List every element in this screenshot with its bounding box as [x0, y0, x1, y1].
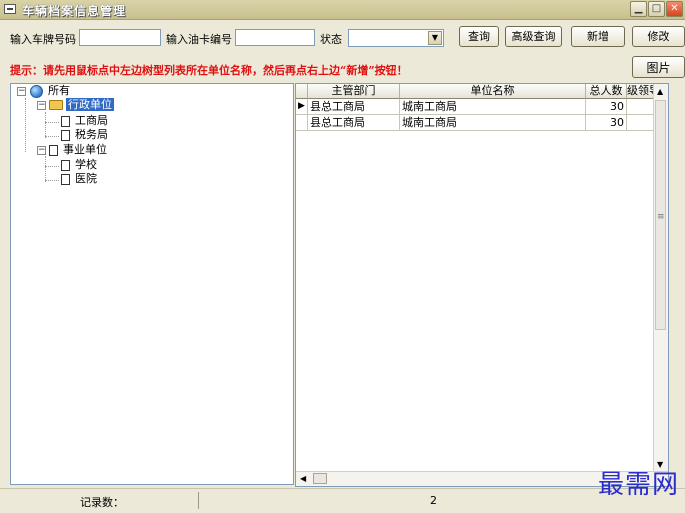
close-icon[interactable]: ✕: [666, 1, 683, 17]
column-header[interactable]: 级领导: [627, 84, 655, 99]
row-pointer-icon[interactable]: ▶: [296, 99, 308, 115]
table-cell[interactable]: [627, 115, 655, 131]
tree-connector: [45, 166, 59, 167]
scroll-left-icon[interactable]: ◀: [300, 474, 306, 483]
status-divider: [198, 492, 199, 509]
new-button[interactable]: 新增: [571, 26, 625, 47]
tree-connector: [45, 180, 59, 181]
card-label: 输入油卡编号: [166, 33, 232, 46]
image-button[interactable]: 图片: [632, 56, 685, 78]
table-cell[interactable]: 县总工商局: [308, 115, 400, 131]
minimize-icon[interactable]: ▁: [630, 1, 647, 17]
app-window: 车辆档案信息管理 ▁ □ ✕ 输入车牌号码 输入油卡编号 状态 ▼ 查询 高级查…: [0, 0, 685, 513]
chevron-down-icon[interactable]: ▼: [428, 31, 442, 45]
document-icon: [49, 144, 58, 156]
plate-input[interactable]: [79, 29, 161, 46]
tree-node-group[interactable]: 事业单位: [49, 143, 109, 157]
title-bar: 车辆档案信息管理 ▁ □ ✕: [0, 0, 685, 20]
record-count-value: 2: [430, 494, 437, 507]
column-header[interactable]: 总人数: [586, 84, 627, 99]
globe-icon: [30, 84, 43, 98]
window-icon: [4, 4, 16, 14]
table-cell[interactable]: [627, 99, 655, 115]
folder-open-icon: [49, 100, 63, 110]
status-select[interactable]: ▼: [348, 29, 444, 47]
status-label: 状态: [320, 33, 342, 46]
tree-node-label: 事业单位: [63, 143, 107, 156]
card-input[interactable]: [235, 29, 315, 46]
record-count-label: 记录数：: [80, 496, 124, 509]
column-header[interactable]: 主管部门: [308, 84, 400, 99]
tree-node-label: 工商局: [75, 114, 108, 127]
data-grid: 主管部门 单位名称 总人数 级领导 ▶ 县总工商局 城南工商局 30 县总工商局…: [295, 83, 669, 487]
tree-node-group[interactable]: 行政单位: [49, 98, 114, 112]
plate-label: 输入车牌号码: [10, 33, 76, 46]
tree-node-leaf[interactable]: 工商局: [61, 114, 110, 128]
query-button[interactable]: 查询: [459, 26, 499, 47]
tree-node-leaf[interactable]: 医院: [61, 172, 99, 186]
tree-node-leaf[interactable]: 学校: [61, 158, 99, 172]
tree-node-leaf[interactable]: 税务局: [61, 128, 110, 142]
tree-connector: [45, 136, 59, 137]
scroll-thumb[interactable]: [313, 473, 327, 484]
hint-text: 提示：请先用鼠标点中左边树型列表所在单位名称，然后再点右上边“新增”按钮！: [10, 64, 408, 77]
window-title: 车辆档案信息管理: [22, 4, 127, 18]
collapse-icon[interactable]: −: [37, 146, 46, 155]
unit-tree: − 所有 − 行政单位 工商局 税务局 − 事业单位 学校 医院: [10, 83, 294, 485]
status-bar: 记录数： 2: [0, 488, 685, 513]
tree-connector: [45, 112, 46, 138]
row-selector[interactable]: [296, 115, 308, 131]
edit-button[interactable]: 修改: [632, 26, 685, 47]
tree-connector: [25, 98, 26, 152]
tree-node-label: 税务局: [75, 128, 108, 141]
tree-node-label: 所有: [48, 84, 70, 97]
restore-icon[interactable]: □: [648, 1, 665, 17]
tree-connector: [45, 122, 59, 123]
tree-node-label: 学校: [75, 158, 97, 171]
advanced-query-button[interactable]: 高级查询: [505, 26, 562, 47]
tree-node-label: 行政单位: [66, 98, 114, 111]
document-icon: [61, 173, 70, 185]
tree-node-label: 医院: [75, 172, 97, 185]
collapse-icon[interactable]: −: [37, 101, 46, 110]
scroll-up-icon[interactable]: ▲: [657, 87, 663, 96]
document-icon: [61, 129, 70, 141]
collapse-icon[interactable]: −: [17, 87, 26, 96]
table-cell[interactable]: 30: [586, 115, 627, 131]
vertical-scrollbar[interactable]: ▲ ≡ ▼: [653, 84, 668, 472]
table-cell[interactable]: 城南工商局: [400, 99, 586, 115]
table-cell[interactable]: 30: [586, 99, 627, 115]
column-header[interactable]: 单位名称: [400, 84, 586, 99]
document-icon: [61, 159, 70, 171]
table-cell[interactable]: 城南工商局: [400, 115, 586, 131]
row-header-corner: [296, 84, 308, 99]
search-toolbar: 输入车牌号码 输入油卡编号 状态 ▼ 查询 高级查询 新增 修改: [0, 20, 685, 54]
watermark: 最需网: [597, 470, 679, 500]
table-cell[interactable]: 县总工商局: [308, 99, 400, 115]
grip-icon: ≡: [657, 212, 665, 222]
tree-connector: [45, 156, 46, 182]
tree-node-root[interactable]: 所有: [30, 84, 72, 98]
document-icon: [61, 115, 70, 127]
